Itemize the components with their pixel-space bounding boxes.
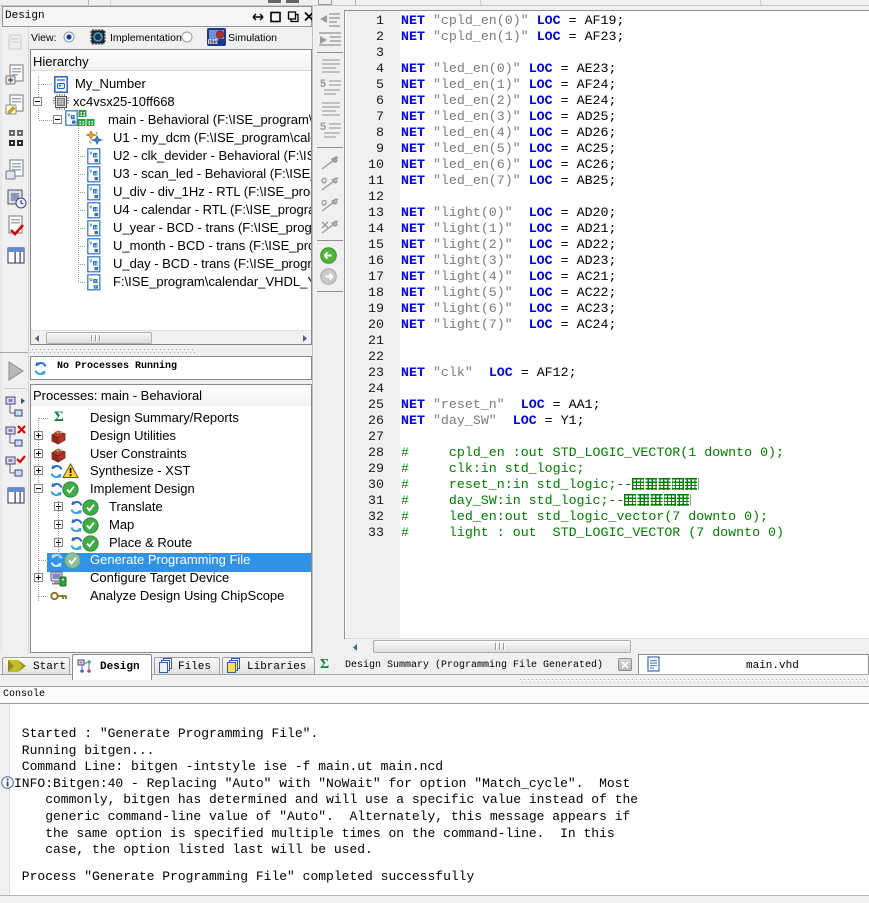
svg-text:ISim: ISim — [209, 40, 220, 46]
svg-text:H: H — [94, 171, 97, 176]
svg-text:v: v — [67, 113, 70, 119]
svg-text:H: H — [94, 207, 97, 212]
svg-text:H: H — [94, 261, 97, 266]
svg-text:H: H — [94, 225, 97, 230]
svg-text:5: 5 — [320, 121, 326, 133]
svg-text:c: c — [94, 279, 96, 284]
svg-text:v: v — [89, 259, 92, 265]
svg-text:v: v — [89, 151, 92, 157]
svg-text:v: v — [89, 187, 92, 193]
svg-text:v: v — [89, 241, 92, 247]
svg-text:v: v — [89, 205, 92, 211]
svg-text:v: v — [89, 223, 92, 229]
svg-text:H: H — [94, 243, 97, 248]
svg-text:v: v — [89, 169, 92, 175]
svg-text:H: H — [94, 153, 97, 158]
svg-text:5: 5 — [320, 78, 326, 90]
svg-text:u: u — [89, 277, 92, 283]
svg-text:H: H — [72, 115, 75, 120]
svg-text:H: H — [94, 189, 97, 194]
